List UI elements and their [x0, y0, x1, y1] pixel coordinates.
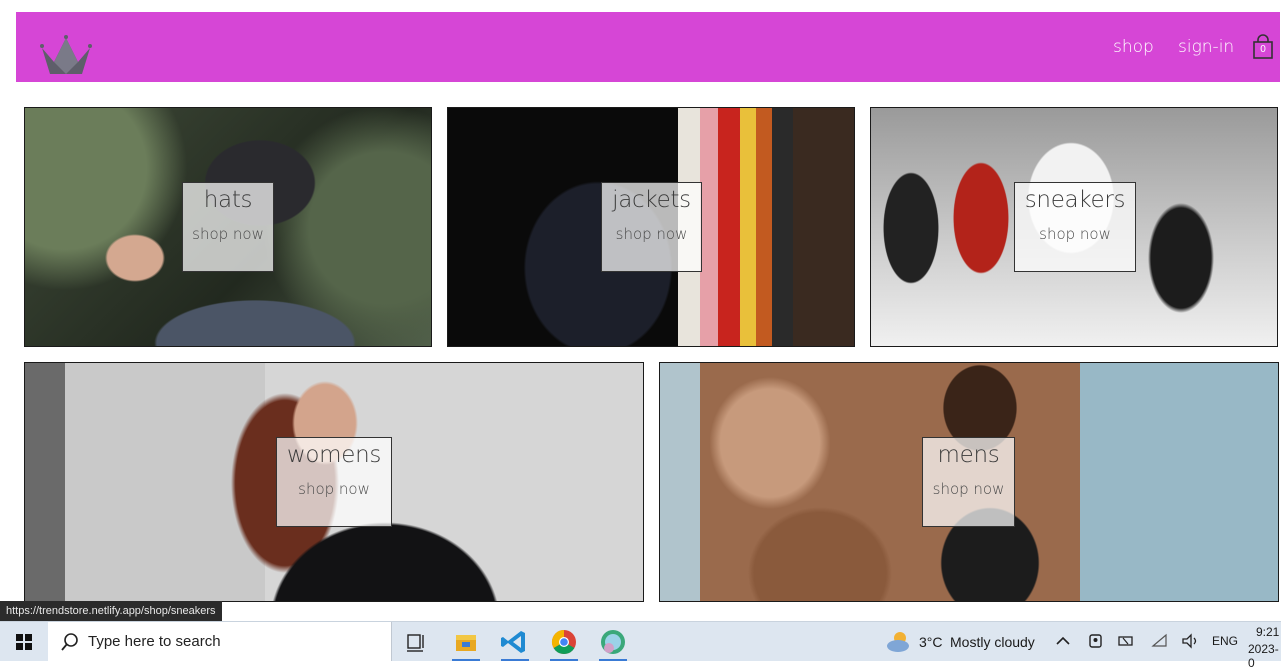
category-title: mens [937, 442, 1000, 468]
weather-temp[interactable]: 3°C [919, 634, 943, 650]
category-tile-jackets[interactable]: jackets shop now [447, 107, 855, 347]
task-view-button[interactable] [396, 626, 436, 658]
category-title: sneakers [1024, 187, 1126, 213]
chevron-up-icon[interactable] [1055, 634, 1071, 648]
wifi-icon[interactable] [1151, 632, 1169, 650]
taskbar-search-input[interactable]: Type here to search [48, 622, 392, 661]
language-indicator[interactable]: ENG [1212, 634, 1238, 648]
shop-now-link[interactable]: shop now [183, 225, 273, 243]
search-placeholder: Type here to search [88, 633, 221, 650]
volume-icon[interactable] [1181, 632, 1201, 650]
windows-taskbar: Type here to search 3°C Mostly cloudy EN… [0, 621, 1281, 670]
start-button[interactable] [0, 622, 48, 661]
category-tile-hats[interactable]: hats shop now [24, 107, 432, 347]
vscode-button[interactable] [495, 626, 535, 661]
clock-date[interactable]: 2023-0 [1248, 642, 1281, 670]
weather-desc[interactable]: Mostly cloudy [950, 634, 1035, 650]
category-tile-mens[interactable]: mens shop now [659, 362, 1279, 602]
shop-now-link[interactable]: shop now [1015, 225, 1135, 243]
clock-time[interactable]: 9:21 [1256, 625, 1279, 639]
folder-icon [456, 635, 476, 651]
shop-now-link[interactable]: shop now [277, 480, 391, 498]
cart-count: 0 [1260, 44, 1266, 55]
cart-button[interactable]: 0 [1252, 34, 1274, 60]
category-tile-sneakers[interactable]: sneakers shop now [870, 107, 1278, 347]
crown-logo-icon[interactable] [40, 34, 92, 76]
category-card-womens[interactable]: womens shop now [276, 437, 392, 527]
task-view-icon [407, 634, 424, 652]
chrome-button[interactable] [544, 626, 584, 661]
chrome-icon [551, 630, 576, 655]
file-explorer-button[interactable] [446, 626, 486, 661]
category-card-hats[interactable]: hats shop now [182, 182, 274, 272]
windows-logo-icon [16, 634, 32, 650]
category-title: womens [286, 442, 382, 468]
category-card-jackets[interactable]: jackets shop now [601, 182, 702, 272]
nav-signin-link[interactable]: sign-in [1178, 37, 1234, 57]
battery-icon[interactable] [1117, 632, 1135, 650]
category-title: jackets [612, 187, 691, 213]
site-header: shop sign-in 0 [16, 12, 1280, 82]
vscode-icon [501, 631, 525, 653]
category-card-sneakers[interactable]: sneakers shop now [1014, 182, 1136, 272]
nav-shop-link[interactable]: shop [1113, 37, 1154, 57]
link-status-bar: https://trendstore.netlify.app/shop/snea… [0, 601, 222, 621]
shop-now-link[interactable]: shop now [602, 225, 701, 243]
category-card-mens[interactable]: mens shop now [922, 437, 1015, 527]
weather-cloud-icon [887, 632, 909, 652]
meet-now-icon[interactable] [1087, 632, 1105, 650]
shop-now-link[interactable]: shop now [923, 480, 1014, 498]
search-icon [61, 633, 78, 651]
category-title: hats [203, 187, 253, 213]
chrome-profile-button[interactable] [593, 626, 633, 661]
chrome-profile-icon [601, 630, 625, 654]
category-tile-womens[interactable]: womens shop now [24, 362, 644, 602]
